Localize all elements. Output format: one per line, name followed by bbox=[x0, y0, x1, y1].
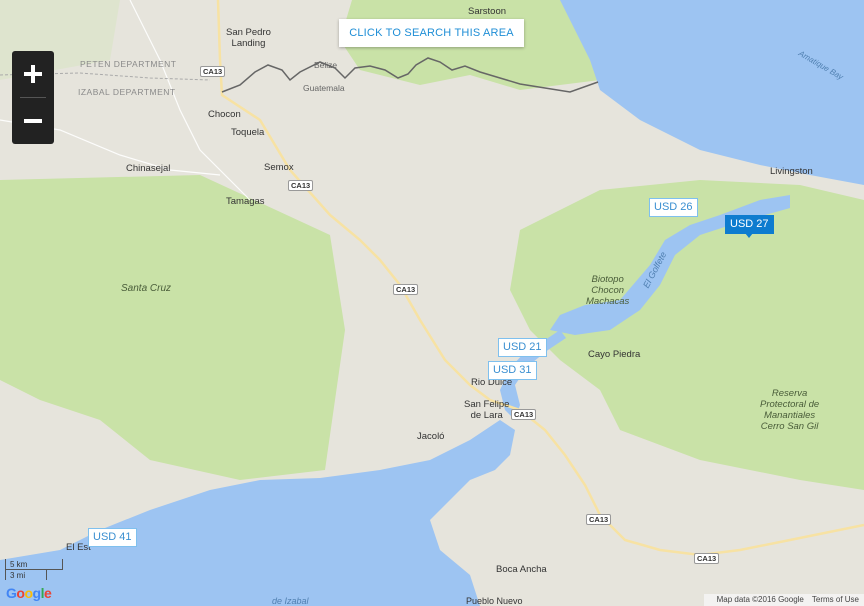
road-shield: CA13 bbox=[586, 514, 612, 525]
zoom-out-button[interactable] bbox=[12, 98, 54, 144]
search-this-area-button[interactable]: CLICK TO SEARCH THIS AREA bbox=[339, 19, 524, 47]
place-label-cayo-piedra: Cayo Piedra bbox=[588, 349, 641, 360]
country-label-guatemala: Guatemala bbox=[303, 83, 345, 93]
zoom-in-button[interactable] bbox=[12, 51, 54, 97]
place-label-line: Reserva bbox=[771, 388, 808, 399]
scale-mi: 3 mi bbox=[5, 570, 47, 580]
place-label-san-felipe: San Felipe de Lara bbox=[464, 399, 509, 421]
place-label-line: Chocon bbox=[591, 285, 625, 296]
price-marker[interactable]: USD 31 bbox=[488, 361, 537, 380]
road-shield: CA13 bbox=[200, 66, 226, 77]
price-marker-selected[interactable]: USD 27 bbox=[725, 215, 774, 238]
place-label-chinasejal: Chinasejal bbox=[126, 163, 171, 174]
price-marker[interactable]: USD 41 bbox=[88, 528, 137, 547]
scale-km: 5 km bbox=[5, 559, 63, 570]
country-label-belize: Belize bbox=[314, 60, 338, 70]
place-label-chocon: Chocon bbox=[208, 109, 241, 120]
road-shield: CA13 bbox=[694, 553, 720, 564]
scale-bar: 5 km 3 mi bbox=[5, 559, 65, 580]
road-shield: CA13 bbox=[393, 284, 419, 295]
zoom-control bbox=[12, 51, 54, 144]
place-label-line: Cerro San Gil bbox=[760, 421, 819, 432]
place-label-livingston: Livingston bbox=[770, 166, 813, 177]
place-label-san-pedro-landing: San Pedro Landing bbox=[226, 27, 271, 49]
place-label-line: Machacas bbox=[586, 296, 630, 307]
price-marker[interactable]: USD 21 bbox=[498, 338, 547, 357]
plus-icon bbox=[24, 65, 42, 83]
water-label-lago-izabal: de Izabal bbox=[272, 596, 309, 606]
place-label-tamagas: Tamagas bbox=[226, 196, 265, 207]
road-shield: CA13 bbox=[288, 180, 314, 191]
place-label-boca-ancha: Boca Ancha bbox=[496, 564, 547, 575]
place-label-toquela: Toquela bbox=[231, 127, 265, 138]
department-label-peten: PETEN DEPARTMENT bbox=[80, 59, 177, 69]
place-label-line: de Lara bbox=[470, 410, 503, 421]
department-label-izabal: IZABAL DEPARTMENT bbox=[78, 87, 176, 97]
place-label-line: San Pedro bbox=[226, 27, 271, 38]
price-marker[interactable]: USD 26 bbox=[649, 198, 698, 217]
place-label-line: San Felipe bbox=[464, 399, 510, 410]
place-label-sarstoon: Sarstoon bbox=[468, 6, 507, 17]
place-label-jacolo: Jacoló bbox=[417, 431, 445, 442]
place-label-biotopo: Biotopo Chocon Machacas bbox=[586, 274, 629, 307]
minus-icon bbox=[24, 119, 42, 123]
google-logo[interactable]: Google bbox=[6, 585, 52, 601]
place-label-reserva: Reserva Protectoral de Manantiales Cerro… bbox=[760, 388, 819, 432]
place-label-line: Landing bbox=[231, 38, 266, 49]
scale-mi-label: 3 mi bbox=[10, 571, 26, 580]
place-label-line: Biotopo bbox=[591, 274, 624, 285]
place-label-semox: Semox bbox=[264, 162, 294, 173]
place-label-line: Manantiales bbox=[763, 410, 816, 421]
place-label-santa-cruz: Santa Cruz bbox=[121, 283, 172, 294]
map-attribution: Map data ©2016 Google Terms of Use bbox=[703, 594, 864, 606]
terms-of-use-link[interactable]: Terms of Use bbox=[812, 595, 859, 604]
scale-km-label: 5 km bbox=[10, 560, 28, 569]
road-shield: CA13 bbox=[511, 409, 537, 420]
map-data-credit: Map data ©2016 Google bbox=[716, 595, 804, 604]
place-label-pueblo-nuevo: Pueblo Nuevo bbox=[466, 596, 523, 606]
place-label-line: Protectoral de bbox=[760, 399, 820, 410]
map-canvas[interactable]: Sarstoon San Pedro Landing PETEN DEPARTM… bbox=[0, 0, 864, 606]
